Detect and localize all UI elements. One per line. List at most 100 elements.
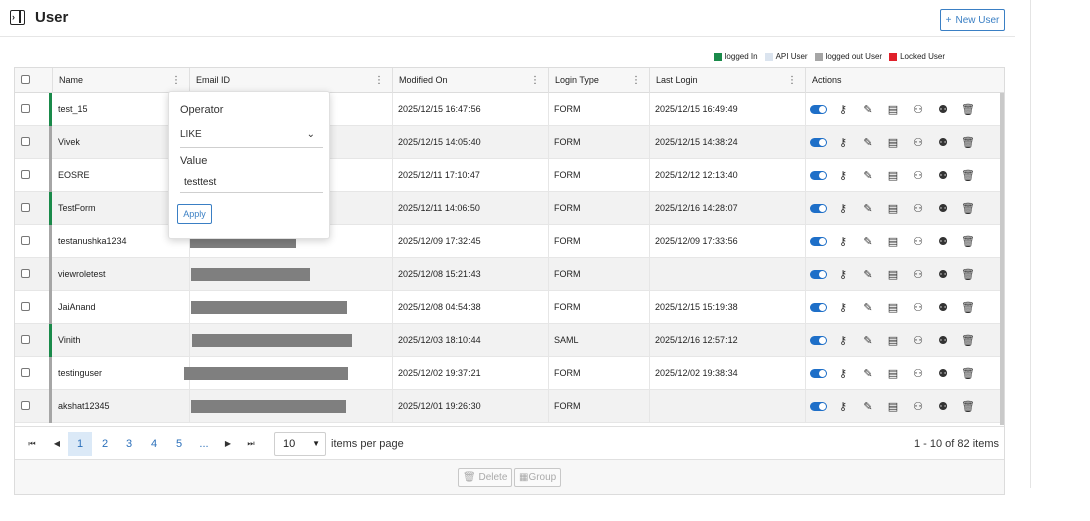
edit-icon[interactable]: ✎ bbox=[860, 301, 876, 315]
row-checkbox[interactable] bbox=[21, 170, 30, 179]
page-1[interactable]: 1 bbox=[68, 432, 92, 456]
key-icon[interactable]: ⚷ bbox=[835, 334, 851, 348]
row-checkbox[interactable] bbox=[21, 137, 30, 146]
enable-toggle-switch[interactable] bbox=[810, 105, 827, 114]
row-checkbox[interactable] bbox=[21, 335, 30, 344]
user-settings-icon[interactable]: ⚇ bbox=[910, 367, 926, 381]
trash-icon[interactable]: 🗑 bbox=[960, 268, 976, 282]
page-2[interactable]: 2 bbox=[93, 432, 117, 456]
row-checkbox[interactable] bbox=[21, 104, 30, 113]
user-group-icon[interactable]: ⚉ bbox=[935, 301, 951, 315]
report-icon[interactable]: ▤ bbox=[885, 268, 901, 282]
report-icon[interactable]: ▤ bbox=[885, 202, 901, 216]
key-icon[interactable]: ⚷ bbox=[835, 103, 851, 117]
trash-icon[interactable]: 🗑 bbox=[960, 136, 976, 150]
operator-select[interactable]: LIKE ⌄ bbox=[180, 126, 323, 148]
user-settings-icon[interactable]: ⚇ bbox=[910, 169, 926, 183]
edit-icon[interactable]: ✎ bbox=[860, 235, 876, 249]
enable-toggle-switch[interactable] bbox=[810, 237, 827, 246]
user-settings-icon[interactable]: ⚇ bbox=[910, 301, 926, 315]
sidebar-toggle-icon[interactable]: › bbox=[10, 10, 25, 25]
user-settings-icon[interactable]: ⚇ bbox=[910, 334, 926, 348]
user-settings-icon[interactable]: ⚇ bbox=[910, 400, 926, 414]
enable-toggle-switch[interactable] bbox=[810, 204, 827, 213]
page-3[interactable]: 3 bbox=[117, 432, 141, 456]
user-settings-icon[interactable]: ⚇ bbox=[910, 235, 926, 249]
apply-button[interactable]: Apply bbox=[177, 204, 212, 224]
last-page-icon[interactable]: ⏭ bbox=[243, 436, 259, 452]
trash-icon[interactable]: 🗑 bbox=[960, 202, 976, 216]
report-icon[interactable]: ▤ bbox=[885, 334, 901, 348]
user-group-icon[interactable]: ⚉ bbox=[935, 136, 951, 150]
edit-icon[interactable]: ✎ bbox=[860, 103, 876, 117]
user-settings-icon[interactable]: ⚇ bbox=[910, 103, 926, 117]
trash-icon[interactable]: 🗑 bbox=[960, 400, 976, 414]
edit-icon[interactable]: ✎ bbox=[860, 202, 876, 216]
key-icon[interactable]: ⚷ bbox=[835, 169, 851, 183]
enable-toggle-switch[interactable] bbox=[810, 336, 827, 345]
report-icon[interactable]: ▤ bbox=[885, 400, 901, 414]
column-menu-icon[interactable]: ⋮ bbox=[787, 68, 797, 93]
user-group-icon[interactable]: ⚉ bbox=[935, 367, 951, 381]
page-5[interactable]: 5 bbox=[167, 432, 191, 456]
trash-icon[interactable]: 🗑 bbox=[960, 103, 976, 117]
enable-toggle-switch[interactable] bbox=[810, 303, 827, 312]
table-row[interactable]: JaiAnand 2025/12/08 04:54:38 FORM 2025/12/1… bbox=[15, 291, 1004, 324]
edit-icon[interactable]: ✎ bbox=[860, 268, 876, 282]
report-icon[interactable]: ▤ bbox=[885, 136, 901, 150]
row-checkbox[interactable] bbox=[21, 368, 30, 377]
enable-toggle-switch[interactable] bbox=[810, 270, 827, 279]
user-group-icon[interactable]: ⚉ bbox=[935, 169, 951, 183]
page-4[interactable]: 4 bbox=[142, 432, 166, 456]
row-checkbox[interactable] bbox=[21, 401, 30, 410]
user-group-icon[interactable]: ⚉ bbox=[935, 103, 951, 117]
column-menu-icon[interactable]: ⋮ bbox=[171, 68, 181, 93]
edit-icon[interactable]: ✎ bbox=[860, 136, 876, 150]
row-checkbox[interactable] bbox=[21, 269, 30, 278]
trash-icon[interactable]: 🗑 bbox=[960, 334, 976, 348]
column-menu-icon[interactable]: ⋮ bbox=[530, 68, 540, 93]
user-group-icon[interactable]: ⚉ bbox=[935, 202, 951, 216]
column-header-email[interactable]: Email ID ⋮ bbox=[189, 68, 392, 93]
column-menu-icon[interactable]: ⋮ bbox=[374, 68, 384, 93]
table-row[interactable]: testanushka1234 2025/12/09 17:32:45 FORM 20… bbox=[15, 225, 1004, 258]
row-checkbox[interactable] bbox=[21, 302, 30, 311]
enable-toggle-switch[interactable] bbox=[810, 369, 827, 378]
user-settings-icon[interactable]: ⚇ bbox=[910, 136, 926, 150]
enable-toggle-switch[interactable] bbox=[810, 171, 827, 180]
row-checkbox[interactable] bbox=[21, 203, 30, 212]
prev-page-icon[interactable]: ◀ bbox=[49, 436, 65, 452]
enable-toggle-switch[interactable] bbox=[810, 138, 827, 147]
key-icon[interactable]: ⚷ bbox=[835, 268, 851, 282]
next-page-icon[interactable]: ▶ bbox=[220, 436, 236, 452]
table-row[interactable]: viewroletest 2025/12/08 15:21:43 FORM ⚷ ✎ ▤ ⚇ ⚉… bbox=[15, 258, 1004, 291]
select-all-checkbox[interactable] bbox=[21, 75, 30, 84]
user-group-icon[interactable]: ⚉ bbox=[935, 400, 951, 414]
table-row[interactable]: Vinith 2025/12/03 18:10:44 SAML 2025/12/16 … bbox=[15, 324, 1004, 357]
trash-icon[interactable]: 🗑 bbox=[960, 367, 976, 381]
table-row[interactable]: Vivek 2025/12/15 14:05:40 FORM 2025/12/15 1… bbox=[15, 126, 1004, 159]
user-settings-icon[interactable]: ⚇ bbox=[910, 202, 926, 216]
column-menu-icon[interactable]: ⋮ bbox=[631, 68, 641, 93]
report-icon[interactable]: ▤ bbox=[885, 103, 901, 117]
table-row[interactable]: akshat12345 2025/12/01 19:26:30 FORM ⚷ ✎ ▤ ⚇ ⚉ 🗑 bbox=[15, 390, 1004, 423]
column-header-login-type[interactable]: Login Type ⋮ bbox=[548, 68, 649, 93]
user-group-icon[interactable]: ⚉ bbox=[935, 235, 951, 249]
enable-toggle-switch[interactable] bbox=[810, 402, 827, 411]
user-group-icon[interactable]: ⚉ bbox=[935, 268, 951, 282]
report-icon[interactable]: ▤ bbox=[885, 235, 901, 249]
table-row[interactable]: test_15 2025/12/15 16:47:56 FORM 2025/12/15… bbox=[15, 93, 1004, 126]
user-settings-icon[interactable]: ⚇ bbox=[910, 268, 926, 282]
column-header-modified[interactable]: Modified On ⋮ bbox=[392, 68, 548, 93]
column-header-last-login[interactable]: Last Login ⋮ bbox=[649, 68, 805, 93]
group-button[interactable]: ▦Group bbox=[514, 468, 562, 487]
row-checkbox[interactable] bbox=[21, 236, 30, 245]
trash-icon[interactable]: 🗑 bbox=[960, 301, 976, 315]
table-row[interactable]: testinguser 2025/12/02 19:37:21 FORM 2025/1… bbox=[15, 357, 1004, 390]
key-icon[interactable]: ⚷ bbox=[835, 136, 851, 150]
key-icon[interactable]: ⚷ bbox=[835, 400, 851, 414]
page-ellipsis[interactable]: ... bbox=[192, 432, 216, 456]
user-group-icon[interactable]: ⚉ bbox=[935, 334, 951, 348]
edit-icon[interactable]: ✎ bbox=[860, 400, 876, 414]
edit-icon[interactable]: ✎ bbox=[860, 334, 876, 348]
